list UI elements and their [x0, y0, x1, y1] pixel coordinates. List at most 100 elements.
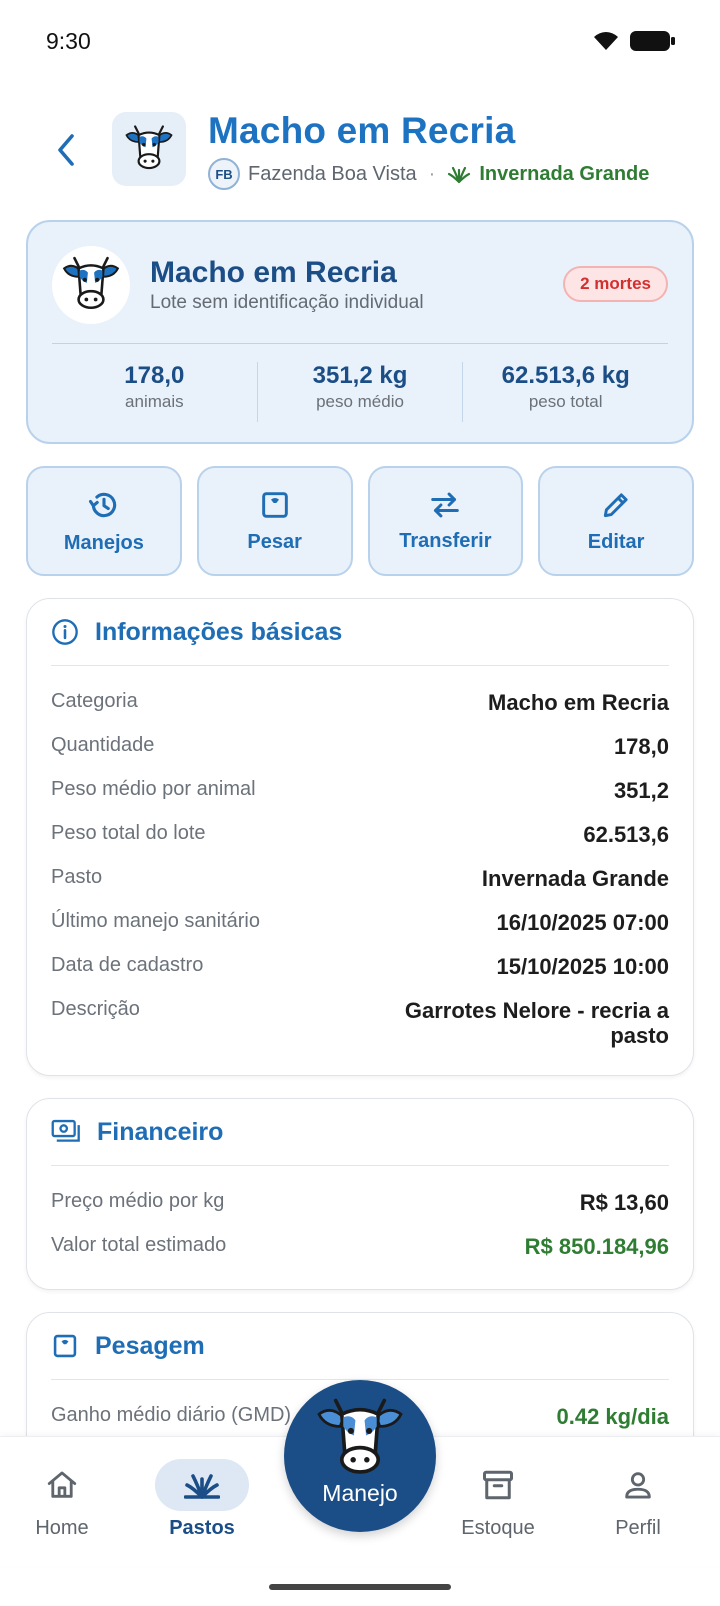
cow-icon [317, 1398, 403, 1474]
row-value: Macho em Recria [488, 690, 669, 715]
nav-label: Perfil [615, 1517, 661, 1539]
card-header: Informações básicas [27, 599, 693, 665]
row-value: Garrotes Nelore - recria a pasto [404, 998, 669, 1048]
stat-total-weight: 62.513,6 kg peso total [462, 362, 668, 422]
nav-icon-container [451, 1459, 545, 1511]
nav-label: Home [35, 1517, 89, 1539]
home-indicator [269, 1584, 451, 1590]
row-label: Peso total do lote [51, 822, 206, 844]
nav-pastos[interactable]: Pastos [142, 1459, 262, 1540]
row-label: Pasto [51, 866, 103, 888]
action-label: Transferir [399, 529, 492, 552]
cow-icon [125, 125, 173, 170]
stat-label: peso total [528, 392, 603, 411]
info-row-pasture: Pasto Invernada Grande [51, 860, 669, 904]
stat-label: peso médio [316, 392, 404, 411]
battery-icon [630, 31, 675, 51]
nav-label: Estoque [461, 1517, 535, 1539]
stat-value: 62.513,6 kg [501, 362, 630, 389]
location-breadcrumb: FB Fazenda Boa Vista · Invernada Grande [208, 158, 649, 190]
row-value: 178,0 [613, 734, 669, 759]
nav-icon-container [591, 1459, 685, 1511]
info-rows: Categoria Macho em Recria Quantidade 178… [27, 666, 693, 1068]
row-value: 16/10/2025 07:00 [496, 910, 670, 935]
info-row-created: Data de cadastro 15/10/2025 10:00 [51, 948, 669, 992]
home-icon [47, 1471, 77, 1498]
card-title: Pesagem [95, 1331, 205, 1360]
finance-row-total-value: Valor total estimado R$ 850.184,96 [51, 1228, 669, 1272]
nav-home[interactable]: Home [2, 1459, 122, 1540]
summary-avatar [52, 246, 130, 324]
page-title: Macho em Recria [208, 110, 516, 151]
farm-badge: FB [208, 158, 240, 190]
person-icon [625, 1472, 651, 1499]
stat-value: 178,0 [124, 362, 185, 389]
card-title: Informações básicas [95, 617, 343, 646]
chevron-left-icon [58, 134, 74, 166]
row-value: 62.513,6 [583, 822, 669, 847]
status-icons [592, 30, 676, 52]
finance-rows: Preço médio por kg R$ 13,60 Valor total … [27, 1166, 693, 1292]
row-label: Data de cadastro [51, 954, 204, 976]
row-label: Peso médio por animal [51, 778, 256, 800]
finance-card: Financeiro Preço médio por kg R$ 13,60 V… [26, 1098, 694, 1290]
transfer-icon [431, 492, 460, 517]
action-label: Editar [587, 530, 645, 553]
info-icon [52, 619, 78, 645]
action-buttons: Manejos Pesar Transferir Editar [26, 466, 694, 576]
deaths-badge[interactable]: 2 mortes [563, 266, 668, 302]
scale-icon [53, 1334, 77, 1358]
finance-row-price: Preço médio por kg R$ 13,60 [51, 1184, 669, 1228]
stat-animals: 178,0 animais [52, 362, 257, 422]
nav-label: Pastos [169, 1517, 235, 1539]
manejo-fab-button[interactable]: Manejo [284, 1380, 436, 1532]
header: Macho em Recria FB Fazenda Boa Vista · I… [0, 110, 720, 196]
row-label: Preço médio por kg [51, 1190, 225, 1212]
row-label: Ganho médio diário (GMD) [51, 1404, 292, 1426]
separator-dot: · [428, 162, 436, 185]
row-value: 0.42 kg/dia [556, 1404, 669, 1429]
summary-subtitle: Lote sem identificação individual [150, 292, 424, 313]
transferir-button[interactable]: Transferir [367, 466, 524, 576]
cow-icon [62, 256, 120, 310]
archive-icon [483, 1470, 513, 1500]
card-title: Financeiro [97, 1117, 224, 1146]
row-label: Valor total estimado [51, 1234, 227, 1256]
editar-button[interactable]: Editar [538, 466, 694, 576]
wifi-icon [594, 32, 618, 50]
stat-value: 351,2 kg [312, 362, 408, 389]
fab-label: Manejo [322, 1480, 398, 1506]
summary-divider [52, 343, 668, 344]
row-value: Invernada Grande [481, 866, 669, 891]
summary-title: Macho em Recria [150, 256, 397, 289]
info-row-description: Descrição Garrotes Nelore - recria a pas… [51, 992, 669, 1048]
info-row-quantity: Quantidade 178,0 [51, 728, 669, 772]
lot-avatar [112, 112, 186, 186]
row-value: 15/10/2025 10:00 [496, 954, 670, 979]
nav-perfil[interactable]: Perfil [578, 1459, 698, 1540]
status-bar: 9:30 [0, 0, 720, 86]
history-icon [88, 492, 117, 517]
stat-label: animais [125, 392, 184, 411]
stat-average-weight: 351,2 kg peso médio [256, 362, 463, 422]
row-label: Categoria [51, 690, 138, 712]
pesar-button[interactable]: Pesar [196, 466, 353, 576]
action-label: Manejos [63, 531, 144, 554]
action-label: Pesar [247, 530, 302, 553]
info-row-total-weight: Peso total do lote 62.513,6 [51, 816, 669, 860]
row-value: 351,2 [613, 778, 669, 803]
pencil-icon [603, 492, 628, 517]
back-button[interactable] [46, 130, 86, 170]
card-header: Pesagem [27, 1313, 693, 1379]
pasture-name[interactable]: Invernada Grande [479, 163, 649, 186]
info-row-category: Categoria Macho em Recria [51, 684, 669, 728]
nav-estoque[interactable]: Estoque [438, 1459, 558, 1540]
row-label: Descrição [51, 998, 140, 1020]
status-time: 9:30 [46, 28, 91, 54]
summary-stats: 178,0 animais 351,2 kg peso médio 62.513… [52, 362, 668, 422]
manejos-button[interactable]: Manejos [26, 466, 182, 576]
basic-info-card: Informações básicas Categoria Macho em R… [26, 598, 694, 1076]
row-label: Quantidade [51, 734, 155, 756]
row-label: Último manejo sanitário [51, 910, 260, 932]
scale-icon [261, 491, 288, 518]
